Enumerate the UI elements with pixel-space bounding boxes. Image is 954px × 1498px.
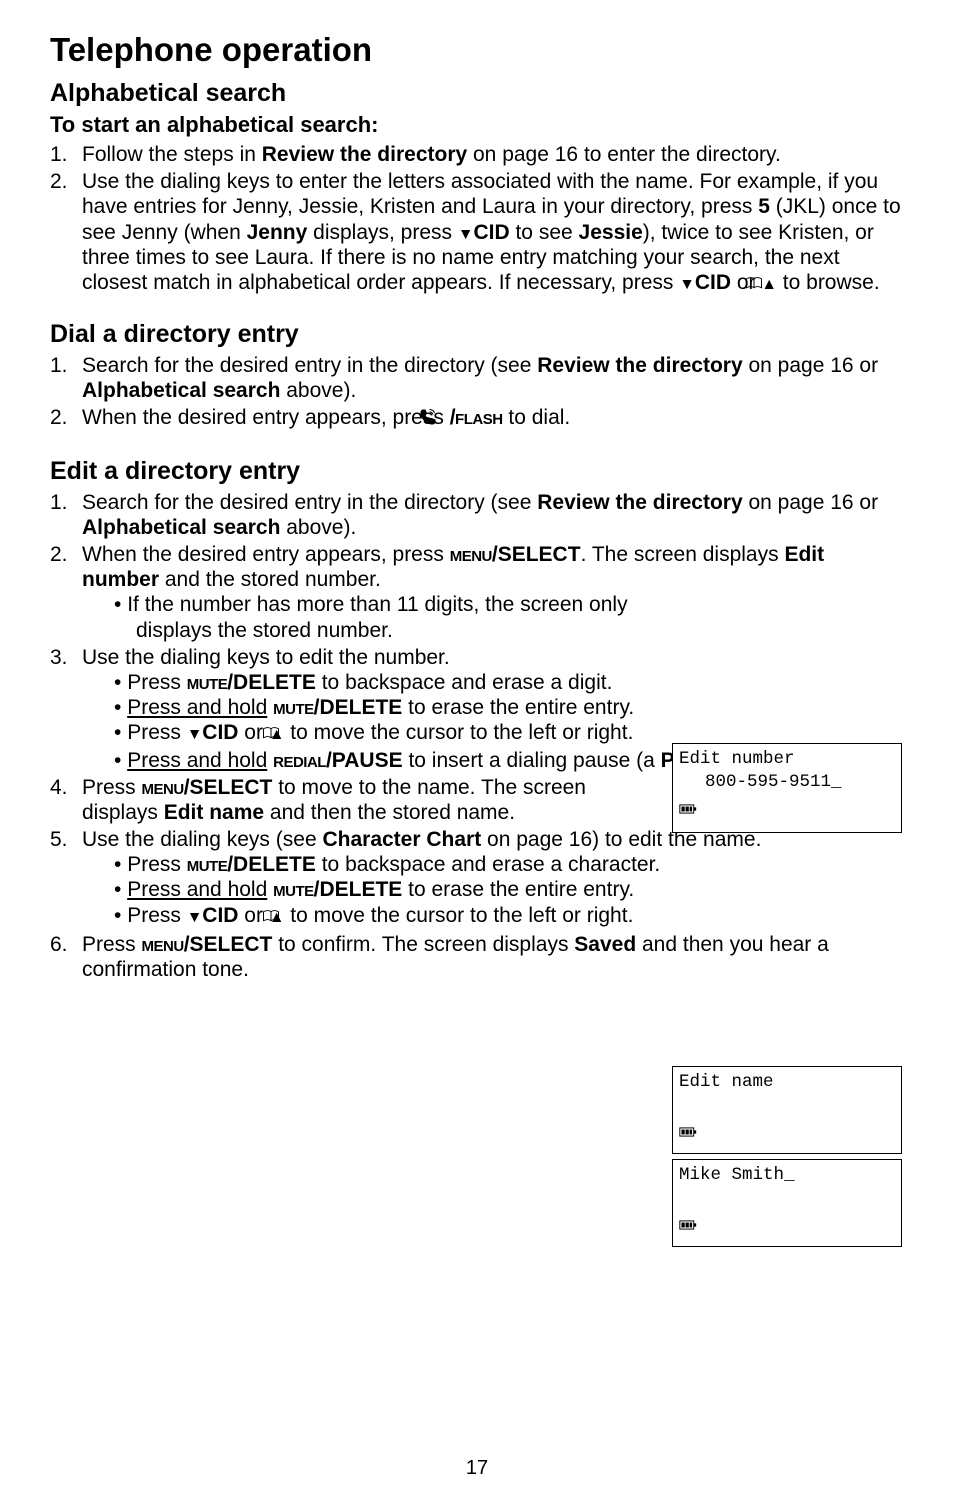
edit-step-5-bullet-2: Press and hold mute/DELETE to erase the … [114, 877, 662, 902]
alpha-step-2: 2.Use the dialing keys to enter the lett… [50, 169, 904, 297]
lcd-line-2: 800-595-9511_ [679, 771, 895, 794]
up-triangle-icon [761, 271, 777, 294]
battery-icon [679, 1123, 895, 1146]
edit-steps: 1.Search for the desired entry in the di… [50, 490, 904, 983]
dial-step-2: 2.When the desired entry appears, press … [50, 405, 904, 433]
down-triangle-icon [187, 721, 203, 744]
battery-icon [679, 1216, 895, 1239]
edit-step-4: 4.Press menu/SELECT to move to the name.… [50, 775, 630, 825]
edit-step-6: 6.Press menu/SELECT to confirm. The scre… [50, 932, 904, 982]
edit-step-5-bullet-1: Press mute/DELETE to backspace and erase… [114, 852, 662, 877]
lcd-line-1: Edit number [679, 748, 895, 771]
down-triangle-icon [679, 271, 695, 294]
dial-heading: Dial a directory entry [50, 319, 904, 349]
dial-steps: 1.Search for the desired entry in the di… [50, 353, 904, 434]
edit-heading: Edit a directory entry [50, 456, 904, 486]
lcd-line-1: Edit name [679, 1071, 895, 1094]
lcd-line-1: Mike Smith_ [679, 1164, 895, 1187]
alpha-search-heading: Alphabetical search [50, 78, 904, 108]
edit-step-5-bullet-3: Press CID or to move the cursor to the l… [114, 903, 662, 930]
alpha-steps: 1.Follow the steps in Review the directo… [50, 142, 904, 297]
lcd-edit-number: Edit number 800-595-9511_ [672, 743, 902, 833]
page-number: 17 [0, 1456, 954, 1480]
lcd-edit-name: Edit name [672, 1066, 902, 1154]
down-triangle-icon [458, 221, 474, 244]
alpha-step-1: 1.Follow the steps in Review the directo… [50, 142, 904, 167]
edit-step-5: 5.Use the dialing keys (see Character Ch… [50, 827, 904, 930]
battery-icon [679, 800, 895, 823]
edit-step-2-bullet: If the number has more than 11 digits, t… [114, 592, 662, 642]
edit-step-3-bullet-1: Press mute/DELETE to backspace and erase… [114, 670, 694, 695]
edit-step-2: 2.When the desired entry appears, press … [50, 542, 904, 643]
alpha-search-subheading: To start an alphabetical search: [50, 112, 904, 138]
edit-step-3-bullet-2: Press and hold mute/DELETE to erase the … [114, 695, 904, 720]
lcd-mike-smith: Mike Smith_ [672, 1159, 902, 1247]
down-triangle-icon [187, 904, 203, 927]
dial-step-1: 1.Search for the desired entry in the di… [50, 353, 904, 403]
edit-step-1: 1.Search for the desired entry in the di… [50, 490, 904, 540]
page-title: Telephone operation [50, 30, 904, 70]
